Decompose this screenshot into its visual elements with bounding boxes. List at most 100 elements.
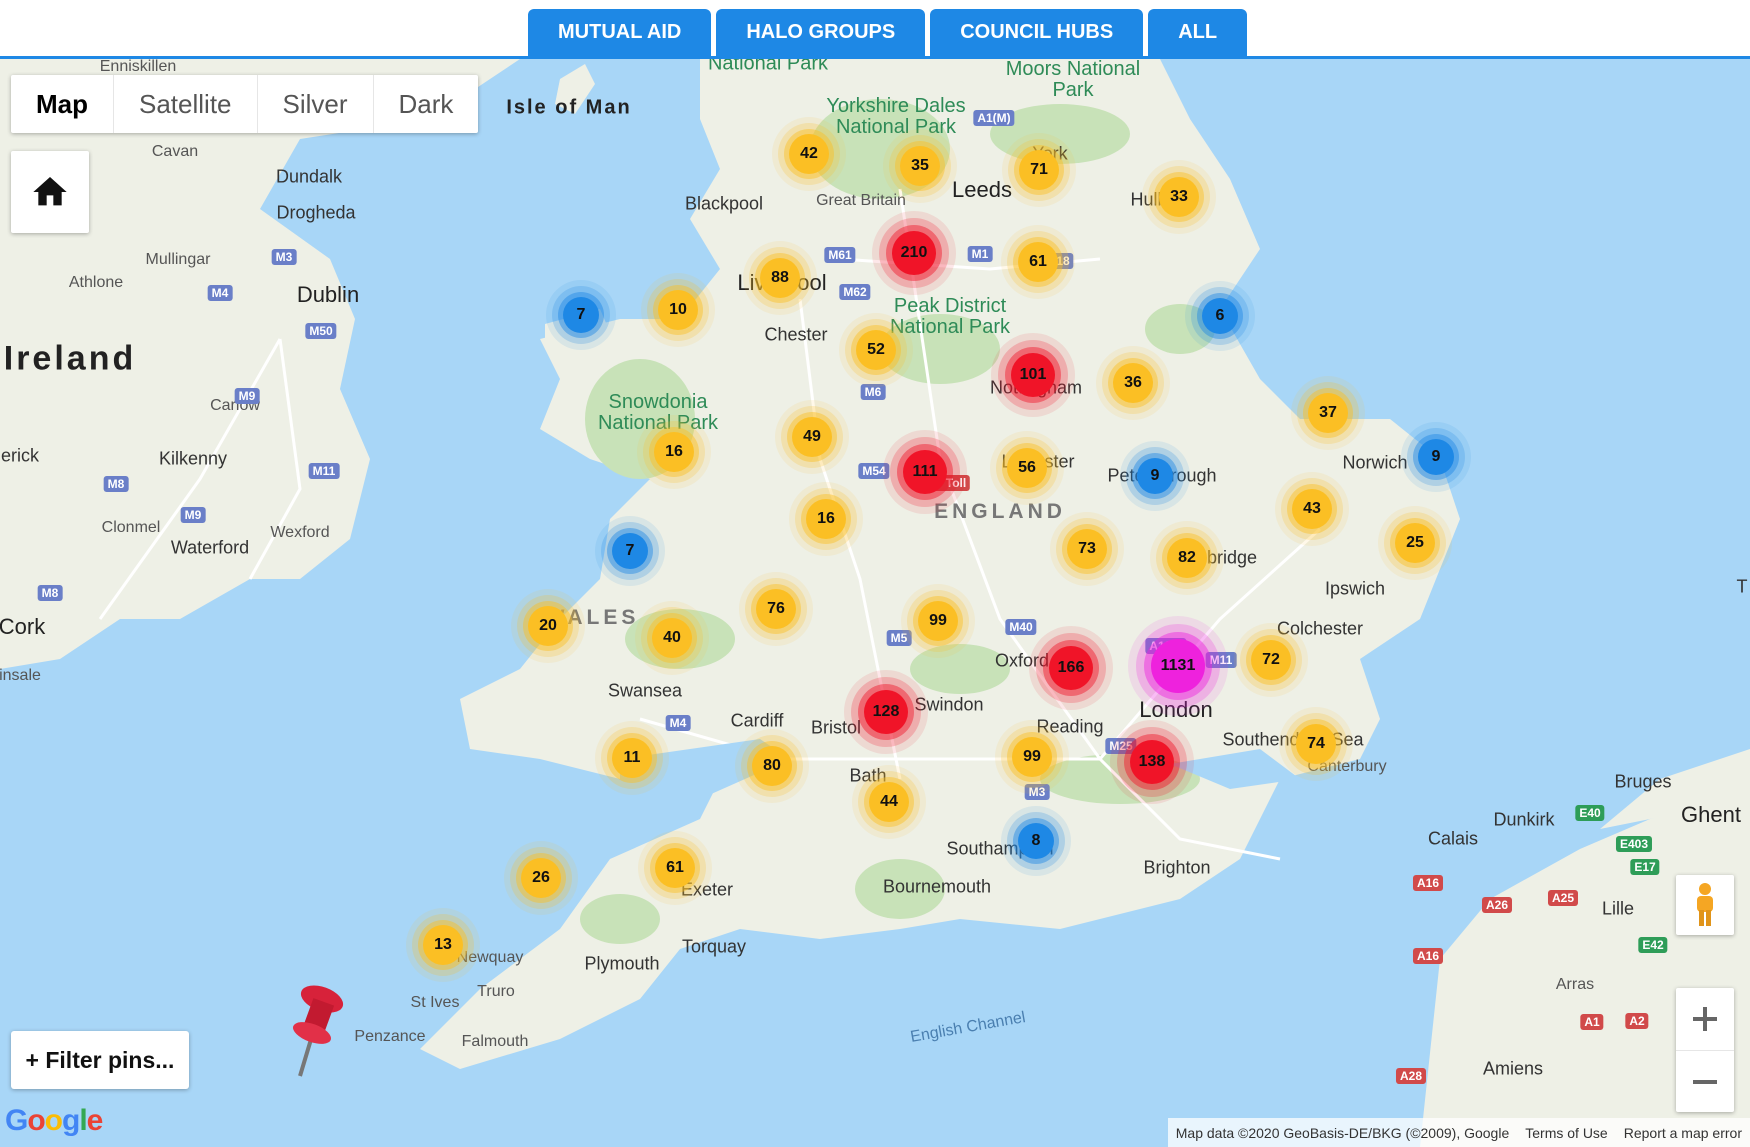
cluster-marker[interactable]: 43 (1292, 489, 1332, 529)
cluster-marker[interactable]: 71 (1019, 150, 1059, 190)
label-dundalk: Dundalk (275, 166, 343, 187)
tab-all[interactable]: ALL (1148, 9, 1248, 56)
cluster-marker[interactable]: 16 (806, 499, 846, 539)
cluster-marker[interactable]: 6 (1202, 298, 1238, 334)
cluster-marker[interactable]: 73 (1067, 529, 1107, 569)
label-newquay: Newquay (456, 949, 524, 966)
label-plymouth: Plymouth (584, 953, 660, 974)
cluster-marker[interactable]: 37 (1308, 393, 1348, 433)
cluster-marker[interactable]: 52 (856, 330, 896, 370)
cluster-marker[interactable]: 35 (900, 146, 940, 186)
cluster-marker[interactable]: 10 (658, 290, 698, 330)
label-isle-of-man: Isle of Man (506, 96, 632, 119)
cluster-marker[interactable]: 26 (521, 858, 561, 898)
cluster-marker[interactable]: 25 (1395, 523, 1435, 563)
label-lille: Lille (1601, 898, 1635, 919)
label-brighton: Brighton (1143, 857, 1211, 878)
cluster-marker[interactable]: 82 (1167, 538, 1207, 578)
cluster-marker[interactable]: 9 (1418, 439, 1454, 475)
home-button[interactable] (11, 151, 89, 233)
cluster-marker[interactable]: 7 (612, 533, 648, 569)
label-clonmel: Clonmel (101, 519, 161, 536)
cluster-marker[interactable]: 11 (612, 738, 652, 778)
cluster-marker[interactable]: 101 (1011, 353, 1055, 397)
map-type-control: Map Satellite Silver Dark (11, 75, 479, 133)
road-label-m9-b: M9 (180, 507, 206, 523)
label-colchester: Colchester (1276, 618, 1364, 639)
cluster-marker[interactable]: 166 (1049, 646, 1093, 690)
cluster-marker[interactable]: 210 (892, 231, 936, 275)
cluster-marker[interactable]: 36 (1113, 363, 1153, 403)
label-bruges: Bruges (1614, 771, 1672, 792)
cluster-marker[interactable]: 128 (864, 690, 908, 734)
street-view-pegman[interactable] (1676, 875, 1734, 935)
road-label-a28: A28 (1395, 1068, 1427, 1084)
cluster-marker[interactable]: 49 (792, 417, 832, 457)
map-attribution-bar: Map data ©2020 GeoBasis-DE/BKG (©2009), … (1167, 1118, 1750, 1147)
label-england: ENGLAND (934, 500, 1066, 523)
cluster-marker[interactable]: 72 (1251, 640, 1291, 680)
zoom-control (1676, 988, 1734, 1112)
logo-letter: g (62, 1104, 80, 1137)
tab-council-hubs[interactable]: COUNCIL HUBS (930, 9, 1144, 56)
cluster-marker[interactable]: 99 (1012, 737, 1052, 777)
label-bristol: Bristol (810, 717, 862, 738)
road-label-m1: M1 (967, 246, 993, 262)
label-southend: Southend-on-Sea (1222, 729, 1364, 750)
cluster-marker[interactable]: 42 (789, 134, 829, 174)
label-truro: Truro (477, 983, 515, 1000)
road-label-m6: M6 (860, 384, 886, 400)
google-logo: Google (5, 1104, 104, 1138)
cluster-marker[interactable]: 1131 (1151, 639, 1205, 693)
cluster-marker[interactable]: 138 (1130, 740, 1174, 784)
label-enniskillen: Enniskillen (99, 59, 177, 75)
label-swansea: Swansea (607, 680, 683, 701)
filter-pins-button[interactable]: + Filter pins... (11, 1031, 189, 1089)
road-label-m4-uk: M4 (665, 715, 691, 731)
label-ireland: Ireland (3, 339, 137, 378)
cluster-marker[interactable]: 40 (652, 618, 692, 658)
map-type-dark[interactable]: Dark (374, 75, 479, 133)
cluster-marker[interactable]: 111 (903, 450, 947, 494)
map-canvas[interactable]: Enniskillen Cavan Dundalk Drogheda Mulli… (0, 59, 1750, 1147)
cluster-marker[interactable]: 44 (869, 782, 909, 822)
road-label-a16-b: A16 (1412, 948, 1444, 964)
label-penzance: Penzance (354, 1028, 426, 1045)
cluster-marker[interactable]: 61 (1018, 242, 1058, 282)
label-norwich: Norwich (1342, 452, 1408, 473)
label-yorkshire-dales: Yorkshire Dales National Park (826, 95, 966, 138)
label-amiens: Amiens (1482, 1058, 1544, 1079)
label-national-park-top: National Park (707, 59, 829, 75)
report-map-error-link[interactable]: Report a map error (1616, 1125, 1750, 1141)
road-label-m9-a: M9 (234, 388, 260, 404)
cluster-marker[interactable]: 7 (563, 297, 599, 333)
zoom-in-button[interactable] (1676, 988, 1734, 1050)
label-ghent: Ghent (1681, 802, 1741, 827)
road-label-m3-uk: M3 (1024, 784, 1050, 800)
cluster-marker[interactable]: 61 (655, 848, 695, 888)
cluster-marker[interactable]: 33 (1159, 177, 1199, 217)
label-moors: Moors National Park (1005, 59, 1141, 101)
cluster-marker[interactable]: 88 (760, 258, 800, 298)
logo-letter: e (86, 1104, 104, 1137)
label-blackpool: Blackpool (684, 193, 764, 214)
zoom-out-button[interactable] (1676, 1050, 1734, 1113)
label-kilkenny: Kilkenny (158, 448, 228, 469)
map-type-silver[interactable]: Silver (258, 75, 374, 133)
cluster-marker[interactable]: 74 (1296, 724, 1336, 764)
cluster-marker[interactable]: 56 (1007, 448, 1047, 488)
cluster-marker[interactable]: 80 (752, 746, 792, 786)
tab-halo-groups[interactable]: HALO GROUPS (716, 9, 926, 56)
map-type-satellite[interactable]: Satellite (114, 75, 258, 133)
cluster-marker[interactable]: 8 (1018, 823, 1054, 859)
cluster-marker[interactable]: 20 (528, 606, 568, 646)
tab-mutual-aid[interactable]: MUTUAL AID (528, 9, 712, 56)
cluster-marker[interactable]: 9 (1137, 458, 1173, 494)
label-peak-district: Peak District National Park (889, 295, 1011, 338)
map-type-map[interactable]: Map (11, 75, 114, 133)
cluster-marker[interactable]: 99 (918, 601, 958, 641)
cluster-marker[interactable]: 76 (756, 589, 796, 629)
cluster-marker[interactable]: 13 (423, 925, 463, 965)
cluster-marker[interactable]: 16 (654, 432, 694, 472)
terms-of-use-link[interactable]: Terms of Use (1517, 1125, 1615, 1141)
